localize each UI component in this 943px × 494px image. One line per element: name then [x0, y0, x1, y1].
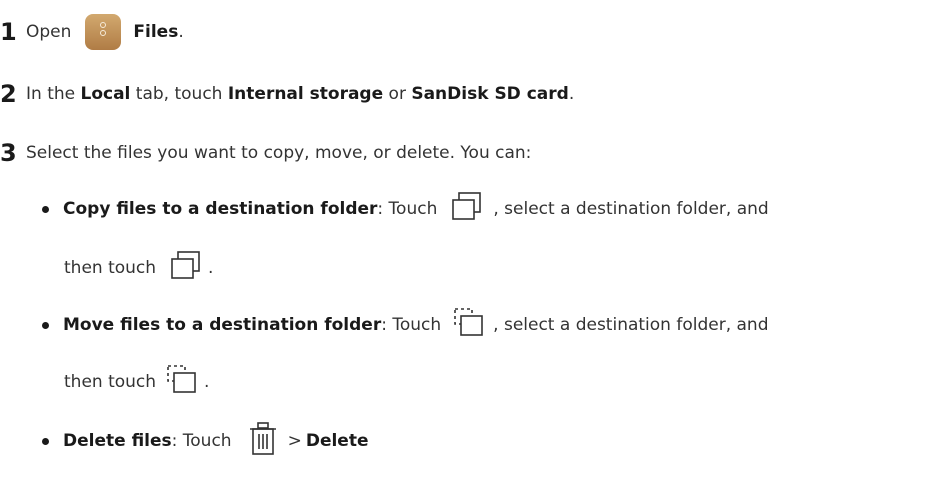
step-1-period: .: [178, 22, 184, 42]
copy-icon: [451, 191, 483, 227]
trash-icon: [248, 421, 278, 461]
copy-icon: [170, 250, 202, 286]
move-bullet-item: Move files to a destination folder : Tou…: [42, 307, 769, 343]
delete-text-a: : Touch: [171, 431, 232, 451]
step-number: 3: [0, 139, 17, 167]
step-1-text: Open: [26, 22, 72, 42]
copy-text-a: : Touch: [377, 199, 438, 219]
bullet: [42, 437, 49, 445]
copy-period: .: [208, 258, 214, 278]
files-app-name: Files: [133, 22, 179, 42]
move-text-c: then touch: [64, 372, 157, 392]
move-text-b: , select a destination folder, and: [493, 315, 769, 335]
delete-files-title: Delete files: [63, 431, 172, 451]
delete-bullet-item: Delete files : Touch > Delete: [42, 421, 369, 457]
copy-files-title: Copy files to a destination folder: [63, 199, 378, 219]
delete-action-label: Delete: [305, 431, 369, 451]
step-number: 1: [0, 18, 17, 46]
move-bullet-item-cont: then touch .: [64, 364, 210, 400]
copy-text-b: , select a destination folder, and: [493, 199, 769, 219]
step-2-text-c: or: [388, 84, 406, 104]
bullet: [42, 205, 49, 213]
copy-text-c: then touch: [64, 258, 157, 278]
bullet: [42, 321, 49, 329]
step-number: 2: [0, 80, 17, 108]
internal-storage-label: Internal storage: [227, 84, 384, 104]
copy-bullet-item-cont: then touch .: [64, 250, 214, 286]
move-period: .: [204, 372, 210, 392]
step-1: 1 Open Files .: [0, 14, 184, 50]
step-3-text: Select the files you want to copy, move,…: [26, 143, 532, 163]
files-app-icon: [85, 14, 122, 50]
sd-card-label: SanDisk SD card: [411, 84, 569, 104]
step-2-period: .: [568, 84, 575, 104]
step-2-text-a: In the: [26, 84, 76, 104]
step-2-text-b: tab, touch: [135, 84, 223, 104]
local-tab-label: Local: [80, 84, 131, 104]
move-files-title: Move files to a destination folder: [63, 315, 382, 335]
delete-gt: >: [287, 431, 302, 451]
step-2: 2 In the Local tab, touch Internal stora…: [0, 78, 574, 110]
move-icon: [166, 364, 198, 400]
copy-bullet-item: Copy files to a destination folder : Tou…: [42, 191, 769, 227]
move-text-a: : Touch: [381, 315, 442, 335]
step-3: 3 Select the files you want to copy, mov…: [0, 137, 531, 169]
move-icon: [453, 307, 485, 343]
